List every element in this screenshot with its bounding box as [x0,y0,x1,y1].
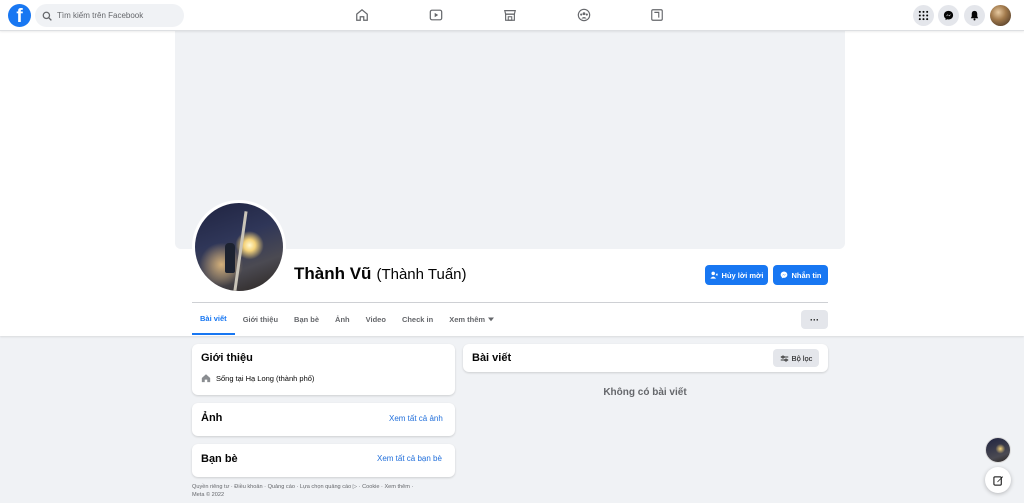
user-icon [709,271,718,279]
tab-posts[interactable]: Bài viết [192,303,235,335]
more-options-button[interactable]: ··· [801,310,828,329]
friends-title: Bạn bè [201,453,238,465]
account-avatar[interactable] [990,5,1011,26]
gaming-icon[interactable] [649,7,665,23]
page-footer: Quyền riêng tư · Điều khoản · Quảng cáo … [192,483,452,499]
marketplace-icon[interactable] [502,7,518,23]
posts-card: Bài viết Bộ lọc [463,344,828,372]
cancel-request-label: Hủy lời mời [721,270,764,280]
search-box[interactable] [35,4,184,27]
new-message-button[interactable] [985,467,1011,493]
filter-sliders-icon [780,355,788,361]
groups-icon[interactable] [576,7,592,23]
tab-see-more[interactable]: Xem thêm [441,303,502,335]
menu-grid-icon[interactable] [913,5,934,26]
profile-tabs: Bài viết Giới thiệu Bạn bè Ảnh Video Che… [192,303,502,335]
see-all-photos-link[interactable]: Xem tất cả ảnh [389,414,443,423]
see-all-friends-link[interactable]: Xem tất cả bạn bè [377,454,442,463]
filter-button[interactable]: Bộ lọc [773,349,819,367]
profile-picture[interactable] [192,200,286,294]
lives-in-prefix: Sống tại [216,373,246,383]
watch-icon[interactable] [428,7,444,23]
friends-card: Bạn bè Xem tất cả bạn bè [192,444,455,477]
message-label: Nhắn tin [791,270,822,280]
home-icon[interactable] [354,7,370,23]
profile-header: Thành Vũ (Thành Tuấn) Hủy lời mời Nhắn t… [0,31,1024,336]
photos-card: Ảnh Xem tất cả ảnh [192,403,455,436]
caret-down-icon [488,317,495,322]
messenger-icon[interactable] [938,5,959,26]
lives-in-place[interactable]: Hạ Long (thành phố) [246,374,315,383]
tab-about[interactable]: Giới thiệu [235,303,286,335]
footer-links[interactable]: Quyền riêng tư · Điều khoản · Quảng cáo … [192,483,452,491]
tab-check-ins[interactable]: Check in [394,303,441,335]
compose-icon [992,475,1003,486]
top-navigation-bar: f [0,0,1024,31]
tab-photos[interactable]: Ảnh [327,303,358,335]
footer-copyright: Meta © 2022 [192,492,225,498]
search-input[interactable] [57,11,177,20]
no-posts-message: Không có bài viết [603,387,687,398]
profile-alternate-name: (Thành Tuấn) [376,266,467,283]
profile-name: Thành Vũ [294,264,372,283]
intro-card: Giới thiệu Sống tại Hạ Long (thành phố) [192,344,455,395]
message-button[interactable]: Nhắn tin [773,265,828,285]
posts-title: Bài viết [472,352,512,364]
chat-head-avatar[interactable] [985,437,1011,463]
messenger-icon [780,271,787,279]
notifications-icon[interactable] [964,5,985,26]
search-icon [42,11,52,21]
intro-title: Giới thiệu [201,352,253,364]
facebook-logo[interactable]: f [8,4,31,27]
cover-photo[interactable] [175,31,845,249]
lives-in-row: Sống tại Hạ Long (thành phố) [201,373,314,383]
photos-title: Ảnh [201,412,223,424]
profile-name-row: Thành Vũ (Thành Tuấn) [294,264,467,284]
tab-friends[interactable]: Bạn bè [286,303,327,335]
cancel-friend-request-button[interactable]: Hủy lời mời [705,265,768,285]
home-icon [201,374,211,383]
tab-videos[interactable]: Video [358,303,394,335]
